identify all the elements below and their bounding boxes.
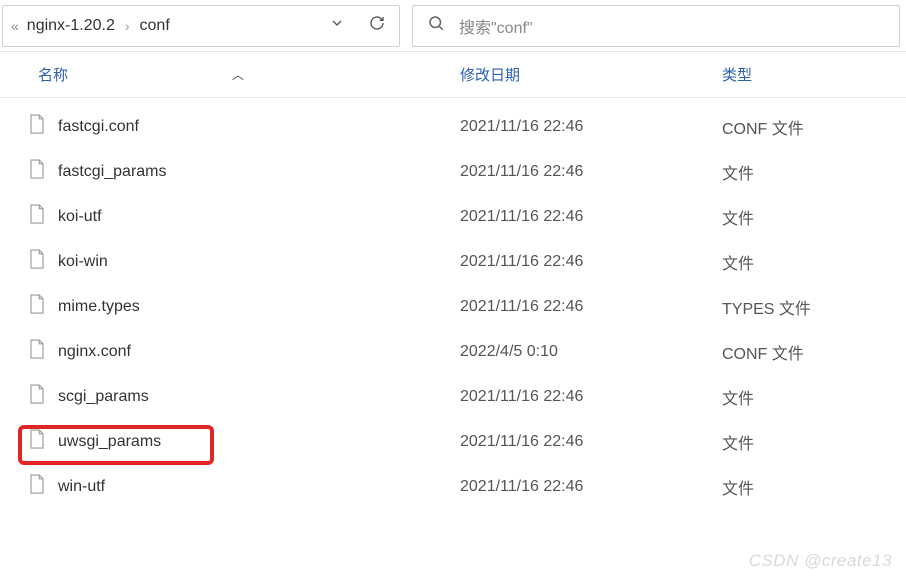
file-row[interactable]: fastcgi_params 2021/11/16 22:46 文件 [0, 149, 906, 194]
file-date: 2021/11/16 22:46 [460, 478, 722, 496]
search-input[interactable]: 搜索"conf" [412, 5, 900, 47]
file-date: 2021/11/16 22:46 [460, 118, 722, 136]
file-row[interactable]: uwsgi_params 2021/11/16 22:46 文件 [0, 419, 906, 464]
file-name-cell[interactable]: koi-win [0, 248, 460, 275]
file-name-cell[interactable]: fastcgi_params [0, 158, 460, 185]
search-icon [427, 14, 445, 37]
file-icon [28, 293, 46, 320]
file-name-cell[interactable]: koi-utf [0, 203, 460, 230]
file-name-cell[interactable]: win-utf [0, 473, 460, 500]
file-name-cell[interactable]: mime.types [0, 293, 460, 320]
file-name: scgi_params [58, 388, 149, 406]
file-list: fastcgi.conf 2021/11/16 22:46 CONF 文件 fa… [0, 98, 906, 509]
file-name: uwsgi_params [58, 433, 161, 451]
file-row[interactable]: scgi_params 2021/11/16 22:46 文件 [0, 374, 906, 419]
column-header-name[interactable]: 名称 ︿ [0, 64, 460, 85]
column-header-date[interactable]: 修改日期 [460, 64, 722, 85]
watermark: CSDN @create13 [749, 551, 892, 571]
chevron-right-icon: › [125, 18, 130, 34]
file-row[interactable]: win-utf 2021/11/16 22:46 文件 [0, 464, 906, 509]
file-icon [28, 473, 46, 500]
file-icon [28, 113, 46, 140]
dropdown-chevron-icon[interactable] [329, 15, 345, 36]
file-type: 文件 [722, 160, 906, 184]
file-icon [28, 383, 46, 410]
refresh-icon[interactable] [369, 15, 385, 36]
file-name-cell[interactable]: uwsgi_params [0, 428, 460, 455]
file-name-cell[interactable]: nginx.conf [0, 338, 460, 365]
file-icon [28, 158, 46, 185]
file-name: fastcgi.conf [58, 118, 139, 136]
file-date: 2021/11/16 22:46 [460, 208, 722, 226]
file-type: 文件 [722, 475, 906, 499]
file-type: TYPES 文件 [722, 295, 906, 319]
column-headers: 名称 ︿ 修改日期 类型 [0, 52, 906, 98]
file-name: nginx.conf [58, 343, 131, 361]
breadcrumb-segment[interactable]: conf [140, 17, 170, 35]
history-chevron-icon[interactable]: « [11, 18, 19, 34]
file-row[interactable]: koi-utf 2021/11/16 22:46 文件 [0, 194, 906, 239]
file-date: 2021/11/16 22:46 [460, 298, 722, 316]
file-date: 2021/11/16 22:46 [460, 433, 722, 451]
breadcrumb-path[interactable]: « nginx-1.20.2 › conf [11, 17, 329, 35]
file-row[interactable]: fastcgi.conf 2021/11/16 22:46 CONF 文件 [0, 104, 906, 149]
file-row[interactable]: mime.types 2021/11/16 22:46 TYPES 文件 [0, 284, 906, 329]
file-name: mime.types [58, 298, 140, 316]
file-type: CONF 文件 [722, 115, 906, 139]
file-name: win-utf [58, 478, 105, 496]
file-icon [28, 203, 46, 230]
file-name-cell[interactable]: scgi_params [0, 383, 460, 410]
file-type: 文件 [722, 250, 906, 274]
breadcrumb[interactable]: « nginx-1.20.2 › conf [2, 5, 400, 47]
column-header-type[interactable]: 类型 [722, 64, 906, 85]
file-icon [28, 428, 46, 455]
file-date: 2022/4/5 0:10 [460, 343, 722, 361]
file-type: 文件 [722, 205, 906, 229]
file-type: CONF 文件 [722, 340, 906, 364]
toolbar: « nginx-1.20.2 › conf 搜索"conf" [0, 0, 906, 52]
file-date: 2021/11/16 22:46 [460, 388, 722, 406]
search-placeholder: 搜索"conf" [459, 14, 533, 38]
sort-arrow-icon: ︿ [232, 66, 244, 83]
file-type: 文件 [722, 385, 906, 409]
breadcrumb-segment[interactable]: nginx-1.20.2 [27, 17, 115, 35]
file-name: fastcgi_params [58, 163, 167, 181]
file-name: koi-utf [58, 208, 102, 226]
file-row[interactable]: koi-win 2021/11/16 22:46 文件 [0, 239, 906, 284]
file-type: 文件 [722, 430, 906, 454]
file-icon [28, 248, 46, 275]
file-icon [28, 338, 46, 365]
file-date: 2021/11/16 22:46 [460, 253, 722, 271]
file-name: koi-win [58, 253, 108, 271]
file-name-cell[interactable]: fastcgi.conf [0, 113, 460, 140]
file-row[interactable]: nginx.conf 2022/4/5 0:10 CONF 文件 [0, 329, 906, 374]
file-date: 2021/11/16 22:46 [460, 163, 722, 181]
